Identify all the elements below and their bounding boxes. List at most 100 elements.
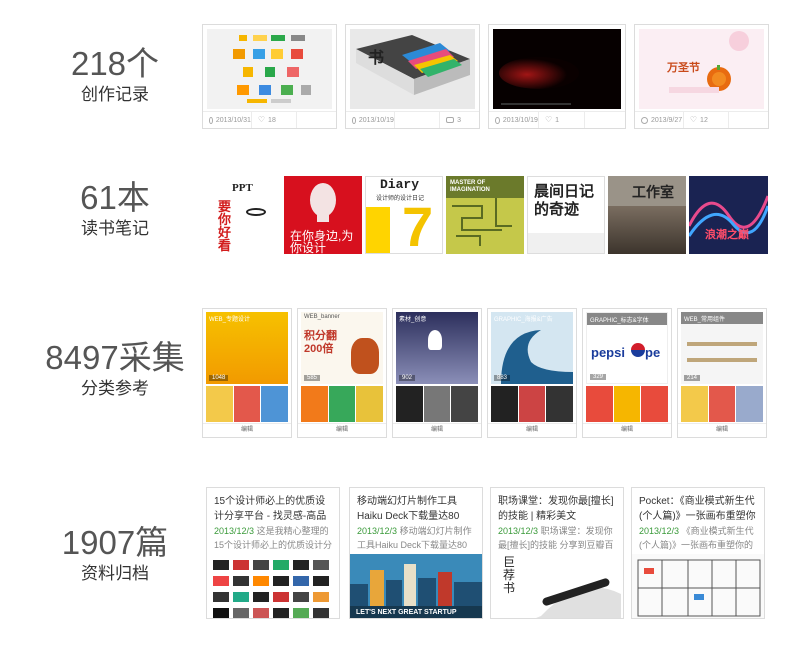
halloween-artwork bbox=[639, 29, 764, 109]
cover-numeral: 7 bbox=[402, 195, 434, 254]
work-thumbnail[interactable]: 万圣节 bbox=[639, 29, 764, 109]
edit-button[interactable]: 编辑 bbox=[678, 423, 766, 437]
work-date: 2013/10/19 bbox=[358, 116, 394, 124]
collection-board[interactable]: GRAPHIC_标志&字体 pepsi pe 329 编辑 bbox=[582, 308, 672, 438]
work-meta: 2013/10/19 3 bbox=[346, 111, 479, 128]
document-date: 2013/12/3 bbox=[357, 526, 398, 536]
board-count: 1048 bbox=[209, 375, 229, 381]
board-cover[interactable]: WEB_常用组件 214 bbox=[681, 312, 763, 384]
book-subtitle: 要你好看 bbox=[218, 199, 232, 253]
work-date: 2013/9/27 bbox=[651, 116, 683, 124]
document-title[interactable]: Pocket：《商业模式新生代(个人篇)》一张画布重塑你的职 bbox=[639, 494, 759, 524]
edit-button[interactable]: 编辑 bbox=[393, 423, 481, 437]
thumbnail-grid-artwork bbox=[207, 554, 339, 618]
board-previews bbox=[491, 386, 574, 422]
edit-button[interactable]: 编辑 bbox=[488, 423, 576, 437]
book-title: 浪潮之巅 bbox=[705, 229, 749, 241]
board-count: 214 bbox=[684, 375, 701, 381]
figure-icon bbox=[428, 330, 442, 350]
board-tag: WEB_banner bbox=[304, 314, 340, 320]
book-title: 晨间日记的奇迹 bbox=[534, 183, 595, 218]
brand-text-2: pe bbox=[645, 345, 661, 360]
work-date: 2013/10/31 bbox=[215, 116, 251, 124]
work-card[interactable]: 万圣节 2013/9/27 ♡ 12 bbox=[634, 24, 769, 129]
comment-icon[interactable] bbox=[446, 117, 455, 123]
document-image bbox=[207, 554, 339, 618]
document-card[interactable]: 职场课堂：发现你最[擅长]的技能 | 精彩美文 2013/12/3 职场课堂：发… bbox=[490, 487, 624, 619]
svg-text:书: 书 bbox=[368, 48, 384, 67]
board-tag: GRAPHIC_标志&字体 bbox=[590, 318, 649, 324]
image-caption: LET'S NEXT GREAT STARTUP bbox=[356, 609, 457, 616]
work-card[interactable]: 书 2013/10/19 3 bbox=[345, 24, 480, 129]
work-likes: 12 bbox=[700, 116, 708, 124]
stat-books: 61本 读书笔记 bbox=[20, 178, 210, 240]
heart-icon[interactable]: ♡ bbox=[545, 116, 552, 124]
document-summary: 2013/12/3 职场课堂：发现你最[擅长]的技能 分享到豆瓣百度收藏 bbox=[498, 524, 618, 552]
stat-collections: 8497采集 分类参考 bbox=[20, 338, 210, 400]
work-card[interactable]: 2013/10/19 ♡ 1 bbox=[488, 24, 626, 129]
book-cover[interactable]: 在你身边,为你设计 bbox=[284, 176, 362, 254]
book-title: 在你身边,为你设计 bbox=[290, 229, 354, 254]
dark-red-artwork bbox=[493, 29, 621, 109]
book-cover[interactable]: 工作室 bbox=[608, 176, 686, 254]
document-summary: 2013/12/3 移动端幻灯片制作工具Haiku Deck下载量达80万，新 bbox=[357, 524, 477, 552]
work-card[interactable]: 2013/10/31 ♡ 18 bbox=[202, 24, 337, 129]
clock-icon bbox=[352, 116, 356, 124]
stat-label: 资料归档 bbox=[81, 564, 149, 583]
work-thumbnail[interactable]: 书 bbox=[350, 29, 475, 109]
heart-icon[interactable]: ♡ bbox=[690, 116, 697, 124]
pepsi-logo-icon bbox=[631, 343, 645, 357]
book-title: Diary bbox=[380, 177, 420, 192]
stat-label: 分类参考 bbox=[81, 379, 149, 398]
cover-art bbox=[366, 207, 390, 253]
work-likes: 18 bbox=[268, 116, 276, 124]
book-cover[interactable]: MASTER OF IMAGINATION bbox=[446, 176, 524, 254]
board-cover[interactable]: 素材_创意 902 bbox=[396, 312, 478, 384]
board-cover[interactable]: WEB_专题设计 1048 bbox=[206, 312, 288, 384]
edit-button[interactable]: 编辑 bbox=[203, 423, 291, 437]
board-count: 329 bbox=[590, 374, 607, 380]
work-likes: 1 bbox=[555, 116, 560, 124]
document-title[interactable]: 15个设计师必上的优质设计分享平台 - 找灵感-高品质的 bbox=[214, 494, 334, 524]
document-card[interactable]: 移动端幻灯片制作工具Haiku Deck下载量达80万，新推出 2013/12/… bbox=[349, 487, 483, 619]
board-cover[interactable]: GRAPHIC_海报&广告 883 bbox=[491, 312, 573, 384]
heart-icon[interactable]: ♡ bbox=[258, 116, 265, 124]
board-tag: GRAPHIC_海报&广告 bbox=[494, 317, 553, 323]
stat-label: 创作记录 bbox=[81, 85, 149, 104]
book-cover[interactable]: 晨间日记的奇迹 bbox=[527, 176, 605, 254]
icon-grid-artwork bbox=[207, 29, 332, 109]
brand-text-1: pepsi bbox=[591, 345, 625, 360]
document-card[interactable]: Pocket：《商业模式新生代(个人篇)》一张画布重塑你的职 2013/12/3… bbox=[631, 487, 765, 619]
board-cover[interactable]: WEB_banner 积分翻200倍 585 bbox=[301, 312, 383, 384]
document-image bbox=[632, 554, 764, 618]
book-title: MASTER OF IMAGINATION bbox=[450, 180, 490, 193]
book-cover[interactable]: PPT 要你好看 bbox=[202, 176, 280, 254]
collection-board[interactable]: 素材_创意 902 编辑 bbox=[392, 308, 482, 438]
board-count: 902 bbox=[399, 375, 416, 381]
clock-icon bbox=[641, 116, 648, 124]
work-thumbnail[interactable] bbox=[207, 29, 332, 109]
collection-board[interactable]: GRAPHIC_海报&广告 883 编辑 bbox=[487, 308, 577, 438]
work-meta: 2013/10/19 ♡ 1 bbox=[489, 111, 625, 128]
document-title[interactable]: 职场课堂：发现你最[擅长]的技能 | 精彩美文 bbox=[498, 494, 618, 524]
document-card[interactable]: 15个设计师必上的优质设计分享平台 - 找灵感-高品质的 2013/12/3 这… bbox=[206, 487, 340, 619]
board-tag: WEB_常用组件 bbox=[684, 317, 726, 323]
collection-board[interactable]: WEB_专题设计 1048 编辑 bbox=[202, 308, 292, 438]
eye-icon bbox=[246, 208, 266, 216]
stat-count: 218个 bbox=[70, 45, 160, 82]
collection-board[interactable]: WEB_常用组件 214 编辑 bbox=[677, 308, 767, 438]
book-cover[interactable]: 浪潮之巅 bbox=[689, 176, 768, 254]
clock-icon bbox=[209, 116, 213, 124]
document-summary: 2013/12/3 这是我精心整理的15个设计师必上的优质设计分享平台 bbox=[214, 524, 334, 552]
book-title: PPT bbox=[232, 182, 253, 194]
edit-button[interactable]: 编辑 bbox=[298, 423, 386, 437]
board-count: 585 bbox=[304, 375, 321, 381]
work-thumbnail[interactable] bbox=[493, 29, 621, 109]
board-promo: 积分翻200倍 bbox=[304, 330, 337, 355]
book-cover[interactable]: Diary 设计师的设计日记 7 bbox=[365, 176, 443, 254]
collection-board[interactable]: WEB_banner 积分翻200倍 585 编辑 bbox=[297, 308, 387, 438]
board-cover[interactable]: GRAPHIC_标志&字体 pepsi pe 329 bbox=[586, 312, 668, 384]
edit-button[interactable]: 编辑 bbox=[583, 423, 671, 437]
thumb-caption: 万圣节 bbox=[667, 62, 700, 74]
document-title[interactable]: 移动端幻灯片制作工具Haiku Deck下载量达80万，新推出 bbox=[357, 494, 477, 524]
